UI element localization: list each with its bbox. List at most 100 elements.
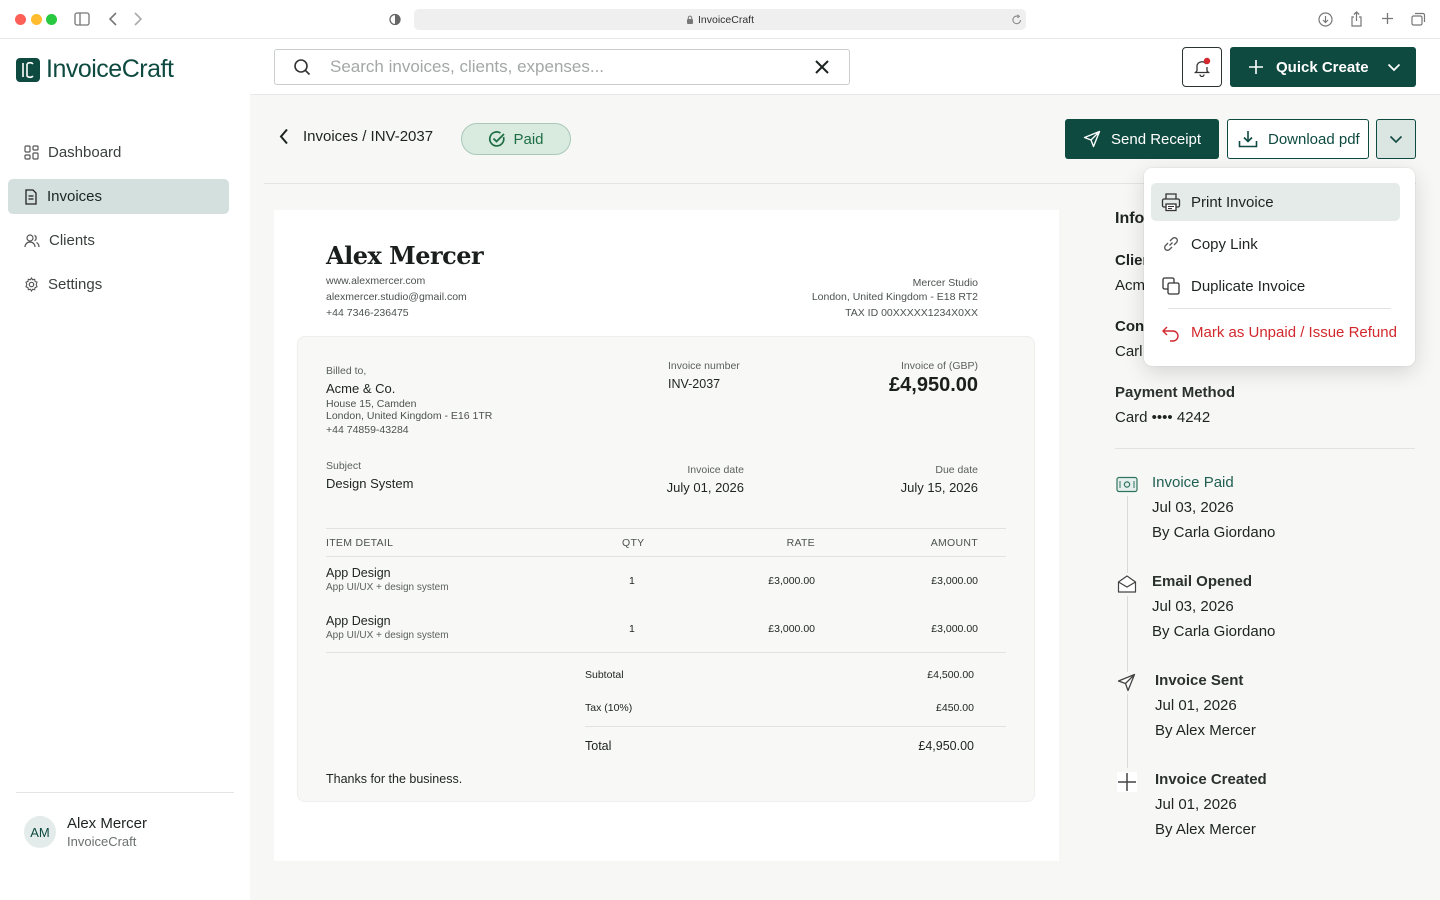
app-logo[interactable]: InvoiceCraft: [16, 55, 174, 84]
divider: [326, 528, 1006, 529]
bell-icon: [1193, 57, 1211, 77]
client-phone: +44 74859-43284: [326, 424, 409, 436]
privacy-shield-icon[interactable]: [389, 13, 401, 26]
invoice-total-label: Invoice of (GBP): [900, 360, 978, 372]
close-window-button[interactable]: [15, 14, 26, 25]
due-date-label: Due date: [935, 464, 978, 476]
app-name: InvoiceCraft: [46, 55, 174, 83]
menu-item-copy-link[interactable]: Copy Link: [1151, 225, 1400, 263]
sidebar-item-label: Dashboard: [48, 144, 122, 161]
chevron-down-icon: [1389, 135, 1403, 143]
menu-item-mark-unpaid[interactable]: Mark as Unpaid / Issue Refund: [1151, 313, 1400, 351]
plus-icon: [1249, 60, 1263, 74]
notifications-button[interactable]: [1182, 47, 1222, 87]
sidebar-item-invoices[interactable]: Invoices: [8, 179, 229, 214]
timeline-date: Jul 01, 2026: [1155, 796, 1237, 813]
status-label: Paid: [513, 130, 544, 148]
share-icon[interactable]: [1350, 11, 1363, 27]
tab-overview-icon[interactable]: [1411, 12, 1426, 26]
subject-value: Design System: [326, 476, 414, 491]
sidebar-item-dashboard[interactable]: Dashboard: [8, 135, 229, 170]
menu-item-label: Duplicate Invoice: [1191, 277, 1306, 295]
menu-item-label: Copy Link: [1191, 235, 1258, 253]
payment-method-value: Card •••• 4242: [1115, 409, 1211, 426]
printer-icon: [1161, 193, 1181, 212]
quick-create-button[interactable]: Quick Create: [1230, 47, 1416, 87]
send-receipt-button[interactable]: Send Receipt: [1065, 119, 1219, 159]
quick-create-label: Quick Create: [1276, 58, 1369, 76]
timeline-actor: By Alex Mercer: [1155, 821, 1256, 838]
timeline-connector: [1127, 596, 1128, 672]
item-amount: £3,000.00: [931, 575, 978, 587]
menu-item-print-invoice[interactable]: Print Invoice: [1151, 183, 1400, 221]
timeline-title: Invoice Sent: [1155, 672, 1244, 689]
studio-tax-id: TAX ID 00XXXXX1234X0XX: [845, 307, 978, 319]
chevron-down-icon: [1387, 63, 1400, 71]
sidebar-item-settings[interactable]: Settings: [8, 267, 229, 302]
thanks-note: Thanks for the business.: [326, 772, 463, 786]
breadcrumb-text[interactable]: Invoices / INV-2037: [303, 128, 433, 145]
sidebar-item-clients[interactable]: Clients: [8, 223, 229, 258]
item-amount: £3,000.00: [931, 623, 978, 635]
back-icon[interactable]: [108, 12, 118, 26]
link-icon: [1164, 237, 1178, 251]
invoice-number-label: Invoice number: [668, 360, 740, 372]
studio-name: Mercer Studio: [912, 277, 978, 289]
timeline-actor: By Alex Mercer: [1155, 722, 1256, 739]
menu-divider: [1168, 308, 1391, 309]
menu-item-duplicate-invoice[interactable]: Duplicate Invoice: [1151, 267, 1400, 305]
client-name: Acme & Co.: [326, 381, 396, 396]
column-header-item: ITEM DETAIL: [326, 537, 394, 549]
item-name: App Design: [326, 566, 391, 580]
breadcrumb: Invoices / INV-2037: [279, 128, 433, 145]
client-address-2: London, United Kingdom - E16 1TR: [326, 410, 493, 422]
invoice-date: July 01, 2026: [666, 480, 744, 495]
download-pdf-button[interactable]: Download pdf: [1227, 119, 1369, 159]
search-input[interactable]: Search invoices, clients, expenses...: [274, 49, 850, 85]
gear-icon: [25, 277, 38, 292]
timeline-connector: [1127, 694, 1128, 768]
contact-value: Carl: [1115, 343, 1143, 360]
reload-icon[interactable]: [1012, 14, 1022, 25]
timeline-date: Jul 03, 2026: [1152, 598, 1234, 615]
timeline-title: Invoice Created: [1155, 771, 1267, 788]
item-rate: £3,000.00: [768, 623, 815, 635]
address-bar[interactable]: InvoiceCraft: [414, 9, 1026, 30]
user-profile[interactable]: AM Alex Mercer InvoiceCraft: [16, 792, 234, 849]
timeline-title: Invoice Paid: [1152, 474, 1234, 491]
menu-item-label: Print Invoice: [1191, 193, 1274, 211]
new-tab-icon[interactable]: [1381, 12, 1394, 25]
info-title: Info: [1115, 210, 1145, 227]
downloads-icon[interactable]: [1318, 12, 1333, 27]
client-value: Acm: [1115, 277, 1145, 294]
back-arrow-icon[interactable]: [279, 128, 289, 145]
minimize-window-button[interactable]: [31, 14, 42, 25]
item-name: App Design: [326, 614, 391, 628]
total-label: Total: [585, 739, 612, 753]
logo-mark-icon: [16, 57, 40, 82]
timeline-title: Email Opened: [1152, 573, 1253, 590]
billed-to-label: Billed to,: [326, 365, 367, 377]
check-circle-icon: [489, 131, 506, 147]
divider: [585, 726, 1006, 727]
maximize-window-button[interactable]: [46, 14, 57, 25]
tax-label: Tax (10%): [585, 702, 633, 714]
sidebar-item-label: Clients: [49, 232, 95, 249]
item-desc: App UI/UX + design system: [326, 630, 449, 641]
invoice-date-label: Invoice date: [687, 464, 744, 476]
column-header-qty: QTY: [622, 537, 645, 549]
user-name: Alex Mercer: [67, 815, 148, 832]
more-actions-button[interactable]: [1376, 119, 1416, 159]
clear-search-icon[interactable]: [814, 59, 830, 75]
sender-phone: +44 7346-236475: [326, 307, 409, 319]
sidebar-item-label: Invoices: [47, 188, 103, 205]
search-placeholder: Search invoices, clients, expenses...: [330, 57, 605, 76]
search-icon: [294, 59, 311, 76]
browser-chrome: InvoiceCraft: [0, 0, 1440, 39]
sidebar-toggle-icon[interactable]: [74, 12, 90, 26]
forward-icon[interactable]: [133, 12, 143, 26]
contact-label: Con: [1115, 318, 1145, 335]
timeline-actor: By Carla Giordano: [1152, 623, 1276, 640]
divider: [326, 556, 1006, 557]
divider: [326, 652, 1006, 653]
